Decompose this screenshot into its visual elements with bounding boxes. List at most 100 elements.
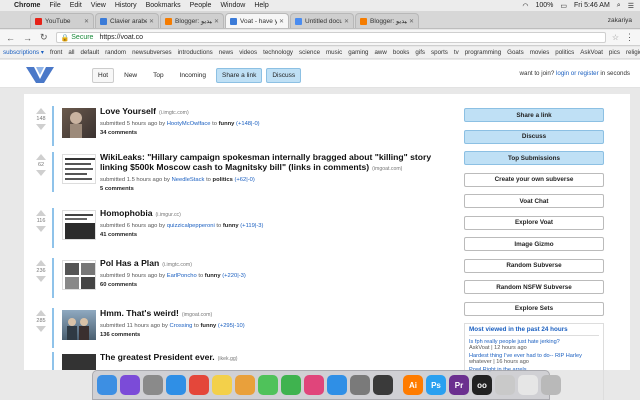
wifi-icon[interactable]: ◠	[522, 2, 528, 10]
subverse-link[interactable]: gaming	[348, 49, 368, 56]
comments-link[interactable]: 60 comments	[100, 282, 450, 288]
facetime-icon[interactable]	[281, 375, 301, 395]
subverse-link[interactable]: music	[326, 49, 342, 56]
submission-thumbnail[interactable]	[62, 154, 96, 184]
menu-file[interactable]: File	[49, 2, 60, 9]
preferences-icon[interactable]	[350, 375, 370, 395]
upvote-arrow-icon[interactable]	[36, 310, 46, 316]
subscriptions-dropdown[interactable]: subscriptions ▾	[3, 49, 44, 56]
upvote-arrow-icon[interactable]	[36, 210, 46, 216]
menu-history[interactable]: History	[115, 2, 137, 9]
explore-voat-button[interactable]: Explore Voat	[464, 215, 604, 230]
sort-incoming[interactable]: Incoming	[174, 68, 212, 83]
subverse-link[interactable]: tv	[454, 49, 459, 56]
sidebar-discuss-button[interactable]: Discuss	[464, 129, 604, 144]
create-subverse-button[interactable]: Create your own subverse	[464, 172, 604, 187]
flickr-icon[interactable]: oo	[472, 375, 492, 395]
explore-sets-button[interactable]: Explore Sets	[464, 301, 604, 316]
downvote-arrow-icon[interactable]	[36, 226, 46, 232]
profile-name[interactable]: zakariya	[608, 17, 640, 28]
sort-new[interactable]: New	[118, 68, 143, 83]
subverse-link[interactable]: politics	[555, 49, 574, 56]
close-icon[interactable]: ✕	[279, 18, 284, 25]
subverse-link[interactable]: introductions	[178, 49, 213, 56]
submission-thumbnail[interactable]	[62, 260, 96, 290]
subverse-link[interactable]: programming	[465, 49, 501, 56]
submission-domain[interactable]: (imgoat.com)	[182, 312, 212, 318]
subverse-link[interactable]: funny	[223, 223, 239, 229]
subverse-link[interactable]: Goats	[507, 49, 524, 56]
tab-clavier[interactable]: Clavier arabe en ligne✕	[95, 13, 159, 28]
menu-bookmarks[interactable]: Bookmarks	[146, 2, 181, 9]
sort-top[interactable]: Top	[147, 68, 169, 83]
upvote-arrow-icon[interactable]	[36, 154, 46, 160]
close-icon[interactable]: ✕	[214, 18, 219, 25]
subverse-link[interactable]: funny	[219, 121, 235, 127]
submission-title[interactable]: The greatest President ever. (ikek.gg)	[100, 352, 450, 364]
subverse-link[interactable]: front	[50, 49, 62, 56]
appstore-icon[interactable]	[327, 375, 347, 395]
submission-thumbnail[interactable]	[62, 310, 96, 340]
safari-icon[interactable]	[166, 375, 186, 395]
submitter-link[interactable]: EarlPoncho	[167, 273, 197, 279]
downvote-arrow-icon[interactable]	[36, 326, 46, 332]
address-bar[interactable]: 🔒 Secure https://voat.co	[55, 32, 606, 43]
tab-youtube[interactable]: YouTube ✕	[30, 13, 94, 28]
new-tab-button[interactable]	[420, 13, 438, 28]
random-subverse-button[interactable]: Random Subverse	[464, 258, 604, 273]
share-link-button[interactable]: Share a link	[216, 68, 263, 83]
voat-chat-button[interactable]: Voat Chat	[464, 194, 604, 208]
submission-domain[interactable]: (i.imgtc.com)	[159, 110, 189, 116]
messages-icon[interactable]	[258, 375, 278, 395]
submitter-link[interactable]: NeedleStack	[172, 177, 205, 183]
menu-window[interactable]: Window	[220, 2, 245, 9]
close-icon[interactable]: ✕	[149, 18, 154, 25]
subverse-link[interactable]: default	[81, 49, 100, 56]
sort-hot[interactable]: Hot	[92, 68, 115, 83]
subverse-link[interactable]: random	[105, 49, 126, 56]
spotlight-icon[interactable]: ⌕	[617, 2, 621, 10]
itunes-icon[interactable]	[304, 375, 324, 395]
chrome-icon[interactable]	[189, 375, 209, 395]
menu-view[interactable]: View	[91, 2, 106, 9]
discuss-button[interactable]: Discuss	[266, 68, 302, 83]
premiere-icon[interactable]: Pr	[449, 375, 469, 395]
photos-icon[interactable]	[235, 375, 255, 395]
subverse-link[interactable]: sports	[431, 49, 448, 56]
subverse-link[interactable]: religion	[626, 49, 640, 56]
photoshop-extra-icon[interactable]	[373, 375, 393, 395]
random-nsfw-subverse-button[interactable]: Random NSFW Subverse	[464, 280, 604, 294]
subverse-link[interactable]: aww	[374, 49, 386, 56]
tab-blogger-1[interactable]: Blogger: موسوعة بالفيديو✕	[160, 13, 224, 28]
document-icon[interactable]	[518, 375, 538, 395]
submission-thumbnail[interactable]	[62, 354, 96, 370]
submission-domain[interactable]: (imgoat.com)	[372, 166, 402, 172]
comments-link[interactable]: 5 comments	[100, 186, 450, 192]
subverse-link[interactable]: books	[393, 49, 410, 56]
close-icon[interactable]: ✕	[409, 18, 414, 25]
submission-domain[interactable]: (i.imgtc.com)	[162, 262, 192, 268]
comments-link[interactable]: 136 comments	[100, 332, 450, 338]
close-icon[interactable]: ✕	[344, 18, 349, 25]
menu-help[interactable]: Help	[254, 2, 268, 9]
battery-percent[interactable]: 100%	[535, 2, 553, 9]
subverse-link[interactable]: AskVoat	[580, 49, 603, 56]
upvote-arrow-icon[interactable]	[36, 108, 46, 114]
downvote-arrow-icon[interactable]	[36, 276, 46, 282]
subverse-link[interactable]: videos	[239, 49, 257, 56]
bookmark-star-icon[interactable]: ☆	[612, 33, 619, 42]
submission-title[interactable]: Homophobia (i.imgur.cc)	[100, 208, 450, 220]
subverse-link[interactable]: newsubverses	[132, 49, 172, 56]
submission-thumbnail[interactable]	[62, 108, 96, 138]
preview-icon[interactable]	[495, 375, 515, 395]
voat-logo[interactable]	[26, 65, 82, 83]
submission-title[interactable]: Hmm. That's weird! (imgoat.com)	[100, 308, 450, 320]
finder-icon[interactable]	[97, 375, 117, 395]
subverse-link[interactable]: science	[299, 49, 320, 56]
siri-icon[interactable]	[120, 375, 140, 395]
battery-icon[interactable]: ▭	[560, 2, 567, 10]
subverse-link[interactable]: news	[219, 49, 233, 56]
upvote-arrow-icon[interactable]	[36, 260, 46, 266]
menu-app-chrome[interactable]: Chrome	[14, 2, 40, 9]
illustrator-icon[interactable]: Ai	[403, 375, 423, 395]
